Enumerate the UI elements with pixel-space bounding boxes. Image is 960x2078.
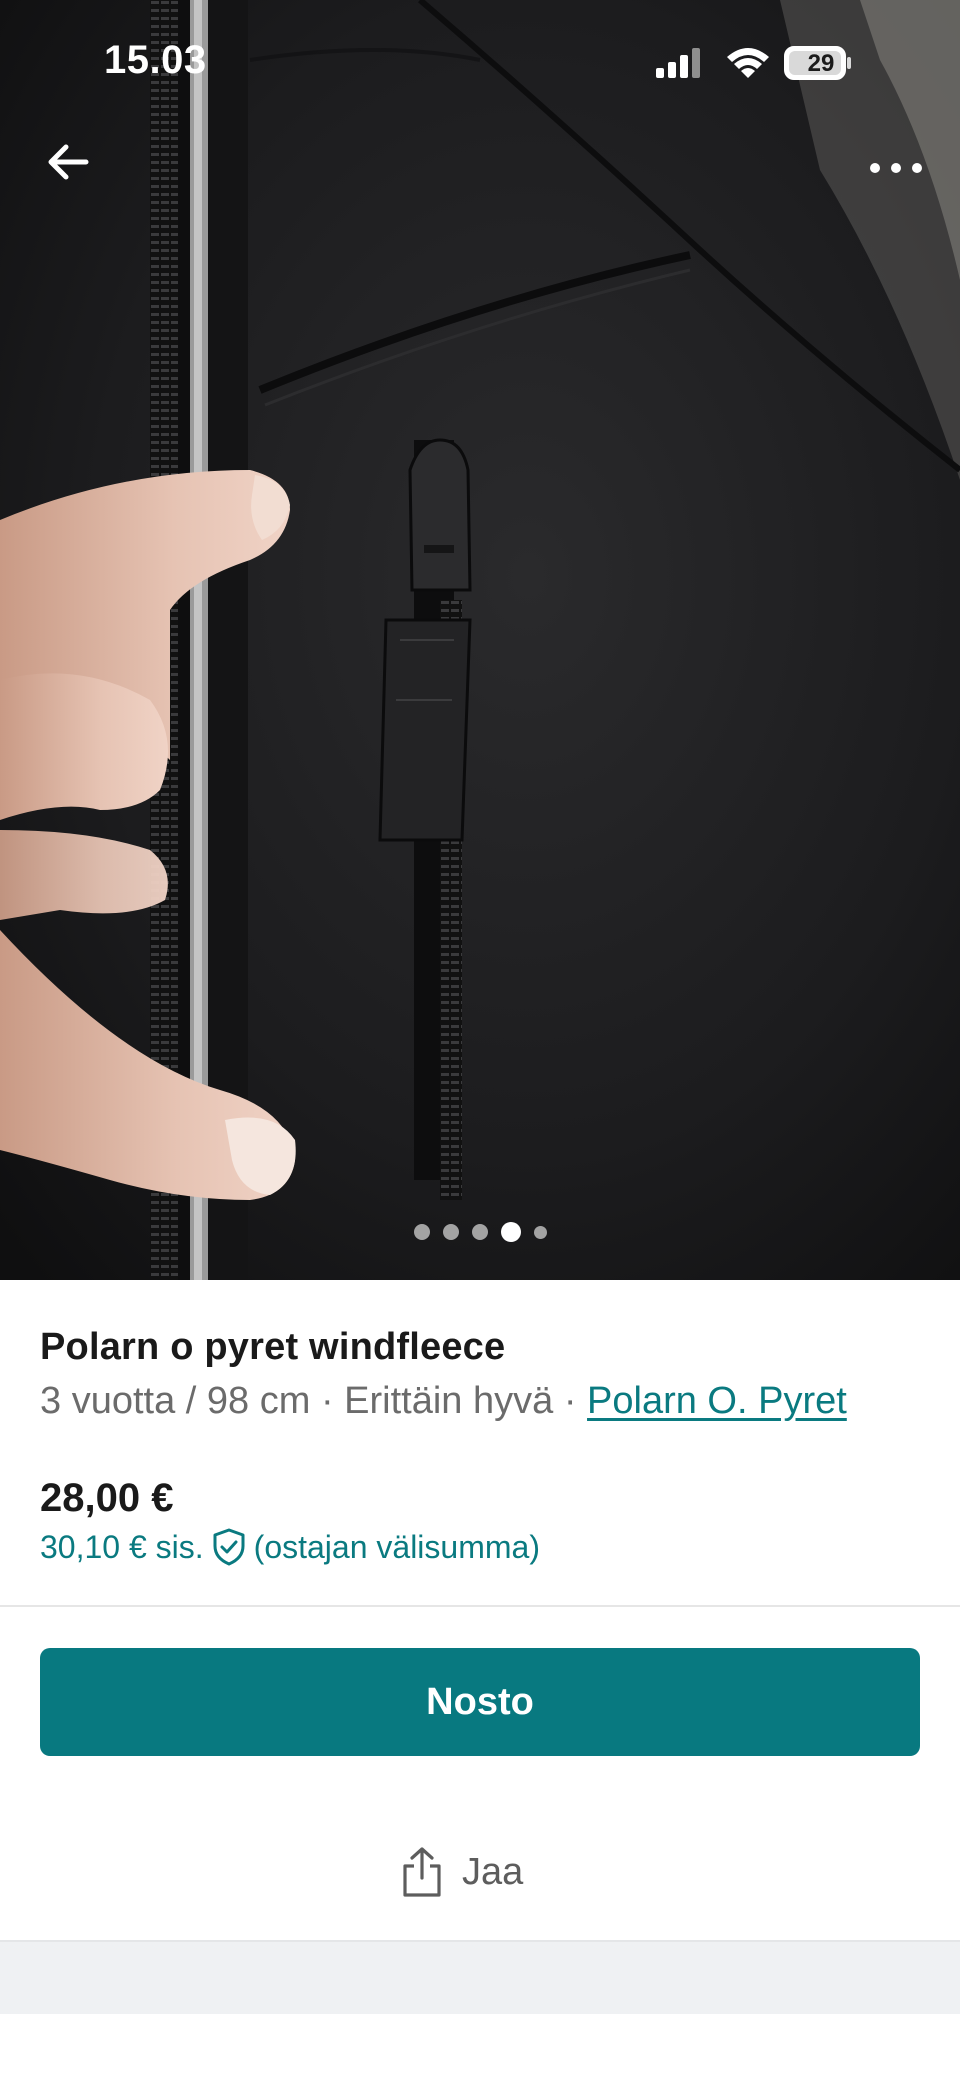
more-horizontal-icon	[870, 163, 922, 173]
arrow-left-icon	[48, 144, 89, 180]
gallery-dot[interactable]	[413, 1224, 430, 1240]
share-icon	[403, 1847, 441, 1897]
buyer-price-value: 30,10 € sis.	[40, 1528, 204, 1565]
share-label: Jaa	[462, 1850, 524, 1893]
product-image	[0, 0, 960, 1280]
item-price: 28,00 €	[40, 1476, 174, 1520]
cellular-signal-icon	[656, 48, 700, 78]
item-photo[interactable]: 15.03 29	[0, 0, 960, 1280]
divider	[0, 1605, 960, 1607]
item-meta: 3 vuotta / 98 cm · Erittäin hyvä · Polar…	[40, 1380, 847, 1423]
shield-check-icon	[213, 1528, 245, 1566]
share-button[interactable]: Jaa	[400, 1836, 580, 1908]
buy-button[interactable]: Nosto	[40, 1648, 920, 1756]
gallery-dot[interactable]	[533, 1225, 547, 1239]
meta-separator: ·	[320, 1380, 334, 1422]
battery-level: 29	[807, 50, 835, 77]
status-icons: 29	[656, 44, 896, 84]
gallery-dot-active[interactable]	[500, 1222, 521, 1242]
section-separator	[0, 1940, 960, 2014]
more-options-button[interactable]	[860, 136, 932, 200]
item-condition: Erittäin hyvä	[344, 1380, 554, 1422]
gallery-pagination[interactable]	[0, 1222, 960, 1242]
meta-separator: ·	[563, 1380, 577, 1422]
status-bar: 15.03 29	[0, 0, 960, 120]
gallery-dot[interactable]	[471, 1224, 488, 1240]
back-button[interactable]	[36, 130, 100, 194]
brand-link[interactable]: Polarn O. Pyret	[587, 1380, 847, 1422]
gallery-dot[interactable]	[442, 1224, 459, 1240]
buyer-price-note: (ostajan välisumma)	[253, 1528, 540, 1565]
status-time: 15.03	[104, 38, 207, 82]
item-title: Polarn o pyret windfleece	[40, 1326, 506, 1368]
wifi-icon	[727, 48, 769, 78]
item-size: 3 vuotta / 98 cm	[40, 1380, 311, 1422]
buyer-protection-price[interactable]: 30,10 € sis. (ostajan välisumma)	[40, 1528, 540, 1566]
